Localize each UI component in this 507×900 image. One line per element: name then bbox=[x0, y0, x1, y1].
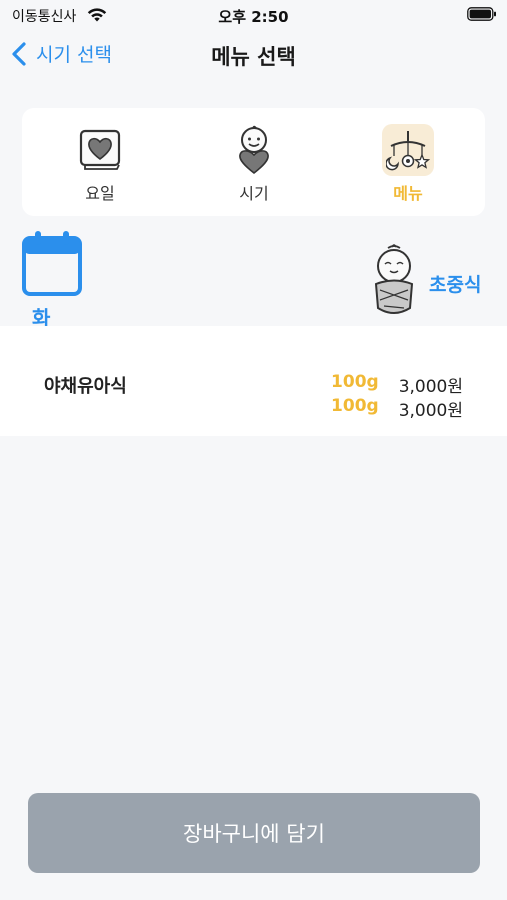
calendar-icon bbox=[22, 231, 82, 296]
option-price: 3,000원 bbox=[398, 401, 463, 421]
tab-menu-label: 메뉴 bbox=[393, 184, 423, 203]
step-tabs: 요일 시기 메뉴 bbox=[22, 108, 485, 216]
option-price: 3,000원 bbox=[398, 377, 463, 397]
baby-holding-heart-icon bbox=[239, 125, 269, 175]
tab-period[interactable]: 시기 bbox=[214, 124, 294, 206]
option-weight: 100g bbox=[331, 372, 379, 392]
option-weight: 100g bbox=[331, 396, 379, 416]
tab-period-label: 시기 bbox=[239, 184, 269, 203]
status-bar: 이동통신사 오후 2:50 bbox=[0, 0, 507, 30]
status-time: 오후 2:50 bbox=[218, 8, 289, 26]
menu-item[interactable]: 야채유아식 100g 3,000원 100g 3,000원 bbox=[0, 326, 507, 436]
page-title: 메뉴 선택 bbox=[211, 45, 296, 69]
baby-mobile-icon bbox=[386, 131, 430, 171]
selection-summary: 화 초중식 bbox=[0, 226, 507, 330]
tab-day[interactable]: 요일 bbox=[60, 124, 140, 206]
tab-day-label: 요일 bbox=[85, 184, 115, 203]
add-to-cart-button[interactable]: 장바구니에 담기 bbox=[28, 793, 480, 873]
selected-stage: 초중식 bbox=[429, 274, 482, 296]
tab-menu[interactable]: 메뉴 bbox=[368, 124, 448, 206]
heart-card-icon bbox=[79, 129, 121, 170]
swaddled-baby-icon bbox=[374, 244, 414, 314]
battery-icon bbox=[467, 7, 496, 21]
menu-item-name: 야채유아식 bbox=[44, 376, 127, 397]
menu-option-row: 100g 3,000원 bbox=[331, 372, 463, 397]
menu-option-row: 100g 3,000원 bbox=[331, 396, 463, 421]
navigation-bar: 시기 선택 메뉴 선택 bbox=[0, 36, 507, 76]
